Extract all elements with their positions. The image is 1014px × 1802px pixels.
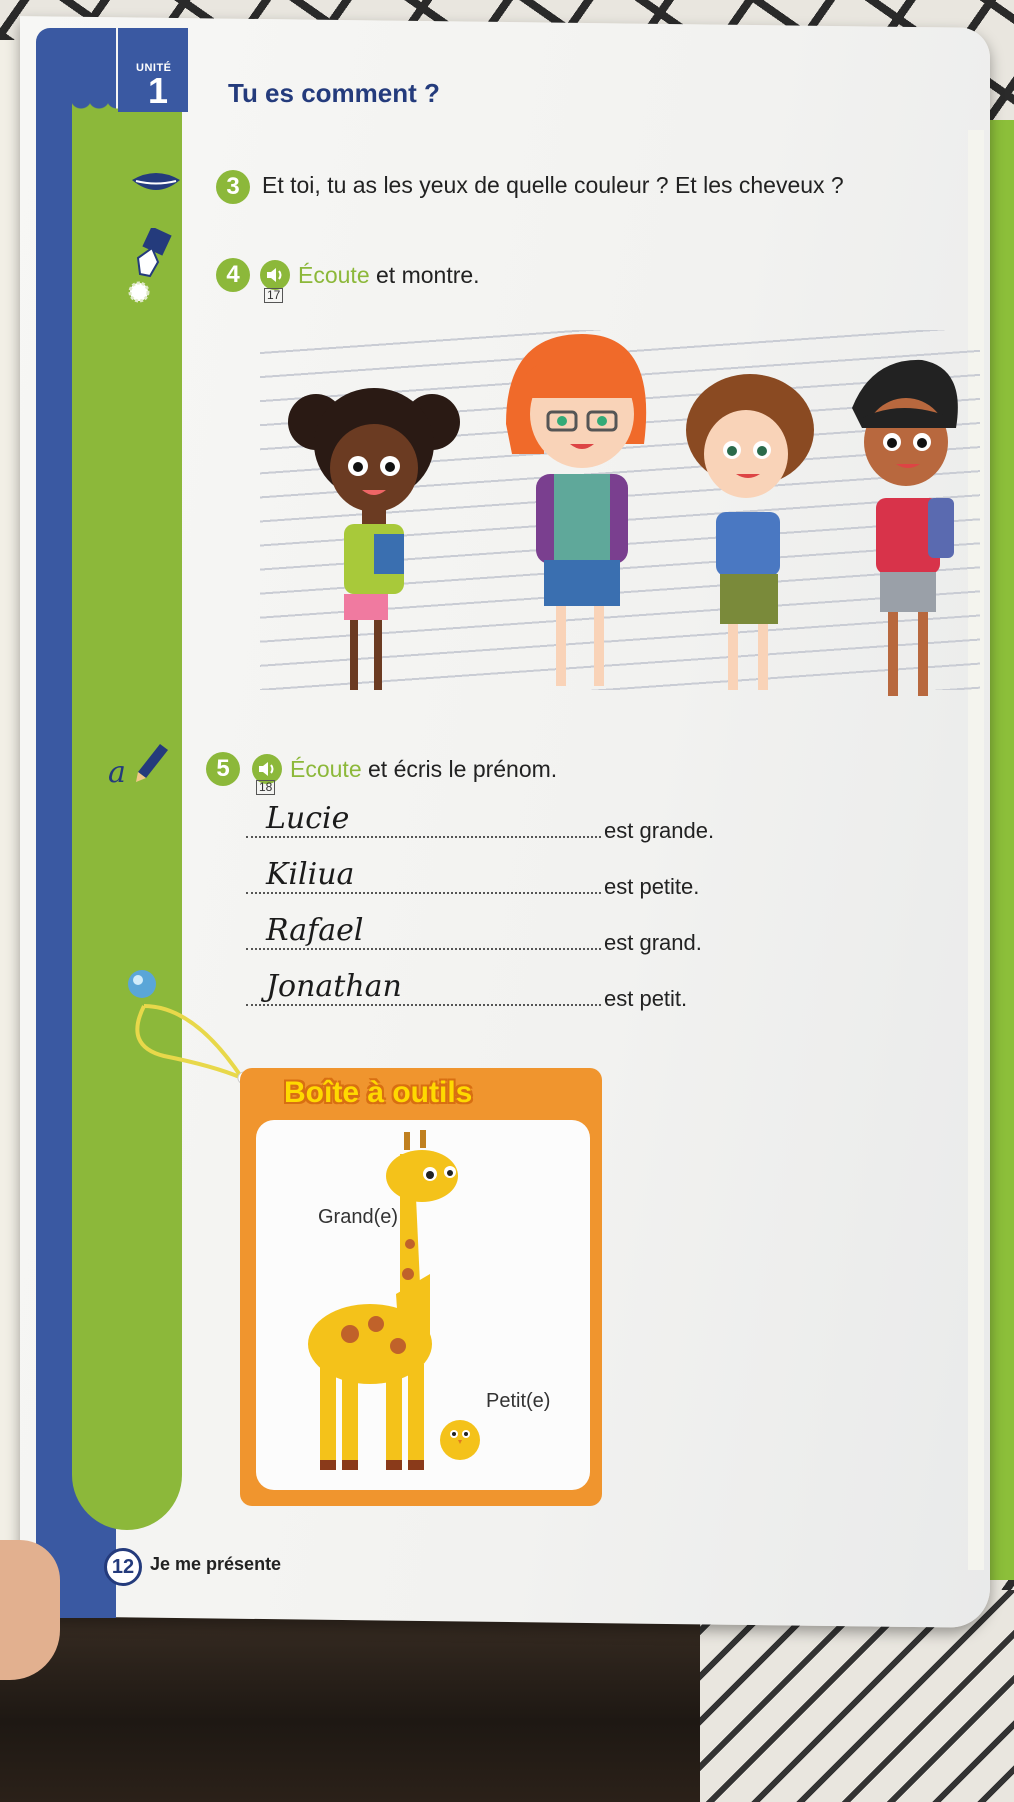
dotted-line <box>246 948 601 950</box>
boy-dark-hair-backpack-illustration <box>852 359 958 696</box>
unit-number: 1 <box>148 70 169 111</box>
pointing-hand-icon <box>128 228 172 303</box>
exercise-3-number: 3 <box>216 170 250 204</box>
chick-illustration <box>440 1420 480 1460</box>
exercise-3-text: Et toi, tu as les yeux de quelle couleur… <box>262 172 844 198</box>
answer-row-4[interactable]: Jonathan est petit. <box>246 969 687 1011</box>
instruction-rest: et écris le prénom. <box>361 756 558 782</box>
handwritten-answer: Kiliua <box>266 857 355 892</box>
dotted-line <box>246 892 601 894</box>
dotted-line <box>246 836 601 838</box>
instruction-rest: et montre. <box>369 262 480 288</box>
page-number: 12 <box>104 1548 142 1586</box>
audio-speaker-icon[interactable] <box>260 260 290 290</box>
listen-verb: Écoute <box>298 262 370 288</box>
listen-verb: Écoute <box>290 756 362 782</box>
exercise-5-number: 5 <box>206 752 240 786</box>
exercise-4-instruction: Écoute et montre. <box>298 262 480 289</box>
girl-curly-hair-illustration <box>288 388 460 690</box>
sentence-ending: est petite. <box>604 874 700 899</box>
track-number: 18 <box>256 780 276 795</box>
answer-row-2[interactable]: Kiliua est petite. <box>246 857 699 899</box>
small-label: Petit(e) <box>486 1390 551 1412</box>
section-title: Je me présente <box>150 1554 282 1574</box>
handwritten-answer: Lucie <box>266 801 350 836</box>
green-margin-band <box>72 110 182 1530</box>
sentence-ending: est grande. <box>604 818 715 843</box>
answer-row-3[interactable]: Rafael est grand. <box>246 913 702 955</box>
svg-text:a: a <box>108 755 126 788</box>
sentence-ending: est grand. <box>604 930 702 955</box>
mouth-icon <box>132 173 180 190</box>
sentence-ending: est petit. <box>604 986 688 1011</box>
pencil-write-icon: a <box>108 744 168 788</box>
toolbox-title: Boîte à outils <box>284 1076 473 1109</box>
exercise-4-number: 4 <box>216 258 250 292</box>
exercise-5-instruction: Écoute et écris le prénom. <box>290 756 557 783</box>
boy-brown-curly-hair-illustration <box>686 374 814 690</box>
handwritten-answer: Rafael <box>266 913 364 948</box>
handwritten-answer: Jonathan <box>266 969 402 1004</box>
answer-row-1[interactable]: Lucie est grande. <box>246 801 714 843</box>
girl-red-hair-glasses-illustration <box>506 334 647 686</box>
track-number: 17 <box>264 288 284 303</box>
dotted-line <box>246 1004 601 1006</box>
page-title: Tu es comment ? <box>228 78 440 108</box>
